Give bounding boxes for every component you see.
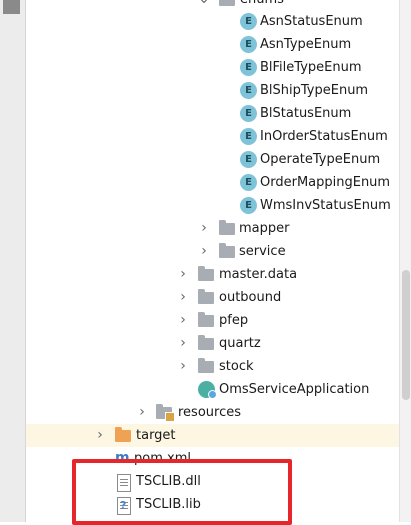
tree-item-enum[interactable]: E OperateTypeEnum: [26, 148, 399, 171]
tree-item-resources[interactable]: › resources: [26, 401, 399, 424]
tree-item-enum[interactable]: E AsnStatusEnum: [26, 10, 399, 33]
tree-item-label: mapper: [239, 221, 290, 236]
tree-item-pfep[interactable]: › pfep: [26, 309, 399, 332]
tree-item-label: OperateTypeEnum: [260, 152, 381, 167]
tree-item-enum[interactable]: E BlShipTypeEnum: [26, 79, 399, 102]
chevron-right-icon[interactable]: ›: [198, 240, 210, 263]
tree-item-label: pfep: [219, 313, 249, 328]
tree-item-label: quartz: [219, 336, 261, 351]
tree-item-quartz[interactable]: › quartz: [26, 332, 399, 355]
enum-icon: E: [240, 151, 257, 168]
tree-item-enum[interactable]: E AsnTypeEnum: [26, 33, 399, 56]
chevron-right-icon[interactable]: ›: [177, 286, 189, 309]
enum-icon: E: [240, 128, 257, 145]
tree-item-label: resources: [178, 405, 242, 420]
tree-item-label: AsnStatusEnum: [260, 14, 363, 29]
folder-icon: [198, 312, 214, 327]
chevron-right-icon[interactable]: ›: [198, 217, 210, 240]
tree-item-label: master.data: [219, 267, 298, 282]
tree-item-master-data[interactable]: › master.data: [26, 263, 399, 286]
tree-item-label: InOrderStatusEnum: [260, 129, 388, 144]
tree-item-label: service: [239, 244, 286, 259]
scrollbar-thumb[interactable]: [402, 270, 410, 400]
tree-item-label: OrderMappingEnum: [260, 175, 391, 190]
enum-icon: E: [240, 82, 257, 99]
vertical-scrollbar[interactable]: [399, 0, 411, 522]
tree-item-label: BlStatusEnum: [260, 106, 352, 121]
enum-icon: E: [240, 105, 257, 122]
chevron-right-icon[interactable]: ›: [136, 401, 148, 424]
folder-icon: [115, 427, 131, 442]
tree-item-label: OmsServiceApplication: [219, 382, 370, 397]
tree-item-enum[interactable]: E BlStatusEnum: [26, 102, 399, 125]
tree-item-enum[interactable]: E BlFileTypeEnum: [26, 56, 399, 79]
chevron-right-icon[interactable]: ›: [177, 309, 189, 332]
folder-icon: [219, 243, 235, 258]
tree-item-enum[interactable]: E WmsInvStatusEnum: [26, 194, 399, 217]
tree-item-stock[interactable]: › stock: [26, 355, 399, 378]
enum-icon: E: [240, 13, 257, 30]
folder-icon: [219, 0, 235, 6]
tree-item-outbound[interactable]: › outbound: [26, 286, 399, 309]
folder-icon: [198, 266, 214, 281]
folder-icon: [198, 358, 214, 373]
highlight-annotation-box: [72, 459, 292, 525]
enum-icon: E: [240, 174, 257, 191]
folder-icon: [219, 220, 235, 235]
folder-icon: [198, 335, 214, 350]
tree-item-target[interactable]: › target: [26, 424, 399, 447]
tree-item-oms-service-application[interactable]: OmsServiceApplication: [26, 378, 399, 401]
folder-icon: [198, 289, 214, 304]
tree-item-enum[interactable]: E OrderMappingEnum: [26, 171, 399, 194]
tree-item-label: stock: [219, 359, 254, 374]
chevron-right-icon[interactable]: ›: [177, 263, 189, 286]
enum-icon: E: [240, 36, 257, 53]
spring-boot-class-icon: [198, 381, 217, 399]
enum-icon: E: [240, 197, 257, 214]
chevron-right-icon[interactable]: ›: [177, 332, 189, 355]
tree-item-label: outbound: [219, 290, 282, 305]
tree-item-enum[interactable]: E InOrderStatusEnum: [26, 125, 399, 148]
resources-folder-icon: [156, 404, 175, 422]
tree-item-label: WmsInvStatusEnum: [260, 198, 391, 213]
tree-item-service[interactable]: › service: [26, 240, 399, 263]
tree-item-label: BlFileTypeEnum: [260, 60, 362, 75]
tree-item-mapper[interactable]: › mapper: [26, 217, 399, 240]
chevron-right-icon[interactable]: ›: [94, 424, 106, 447]
tree-item-label: BlShipTypeEnum: [260, 83, 369, 98]
tree-item-label: target: [136, 428, 176, 443]
tool-window-gutter: [0, 0, 26, 522]
tree-item-label: AsnTypeEnum: [260, 37, 352, 52]
enum-icon: E: [240, 59, 257, 76]
gutter-button[interactable]: [3, 0, 20, 14]
chevron-right-icon[interactable]: ›: [177, 355, 189, 378]
